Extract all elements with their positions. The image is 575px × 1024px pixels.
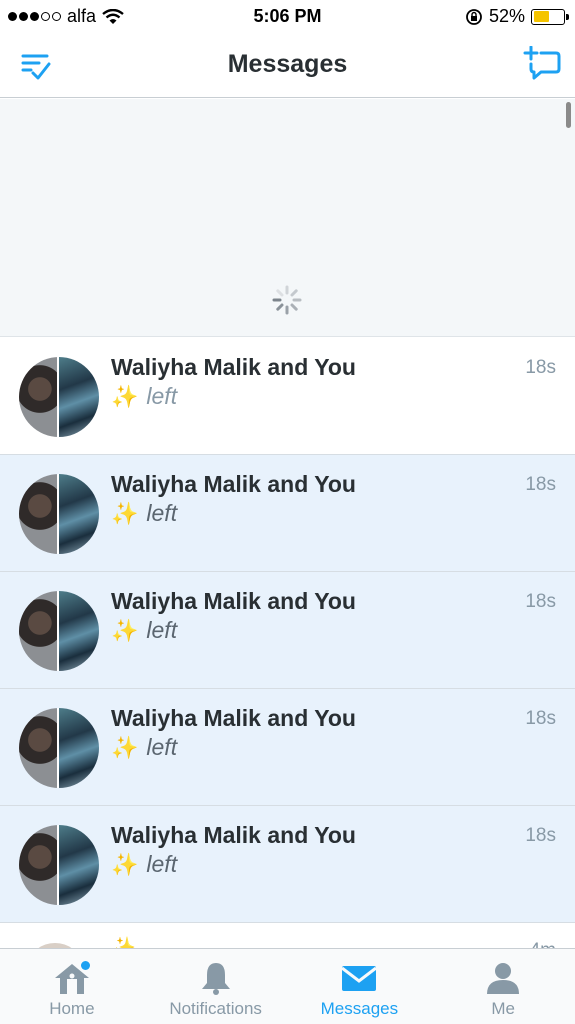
sparkle-emoji: ✨ <box>111 851 139 877</box>
conversation-row[interactable]: Waliyha Malik and You ✨ left 18s <box>0 338 575 455</box>
conversation-time: 18s <box>525 357 556 378</box>
conversation-name: Waliyha Malik and You <box>111 588 356 614</box>
battery-percent: 52% <box>488 6 525 26</box>
tab-bar: Home Notifications Messages Me <box>0 948 575 1024</box>
tab-label: Notifications <box>169 999 262 1018</box>
conversation-name: Waliyha Malik and You <box>111 822 356 848</box>
rotation-lock-icon <box>466 8 482 25</box>
envelope-icon <box>339 961 379 995</box>
message-preview: ✨ left <box>111 383 177 410</box>
preview-text: left <box>146 617 178 643</box>
new-message-button[interactable] <box>523 45 561 80</box>
avatar-photo <box>19 591 57 671</box>
avatar-photo <box>59 825 99 905</box>
bell-icon <box>196 961 236 995</box>
conversation-time: 18s <box>525 825 556 846</box>
message-preview: ✨ left <box>111 617 177 644</box>
battery-icon <box>531 8 569 25</box>
tab-label: Home <box>49 999 95 1018</box>
conversation-name: Waliyha Malik and You <box>111 471 356 497</box>
avatar-photo <box>19 825 57 905</box>
tab-home[interactable]: Home <box>0 949 144 1024</box>
scrollbar[interactable] <box>566 102 571 128</box>
sparkle-emoji: ✨ <box>111 617 139 643</box>
conversation-name: Waliyha Malik and You <box>111 705 356 731</box>
avatar-photo <box>19 357 57 437</box>
status-bar-right: 52% <box>465 6 569 27</box>
group-avatar <box>19 708 99 788</box>
preview-text: left <box>146 500 178 526</box>
person-icon <box>483 961 523 995</box>
group-avatar <box>19 474 99 554</box>
loading-spinner-icon <box>272 285 302 315</box>
conversation-row[interactable]: Waliyha Malik and You ✨ left 18s <box>0 455 575 572</box>
avatar-photo <box>59 474 99 554</box>
conversation-time: 18s <box>525 708 556 729</box>
conversation-row[interactable]: Waliyha Malik and You ✨ left 18s <box>0 806 575 923</box>
avatar-photo <box>59 708 99 788</box>
avatar-photo <box>59 357 99 437</box>
tab-messages[interactable]: Messages <box>288 949 432 1024</box>
group-avatar <box>19 825 99 905</box>
preview-text: left <box>146 734 178 760</box>
message-preview: ✨ left <box>111 851 177 878</box>
message-preview: ✨ left <box>111 500 177 527</box>
tab-notifications[interactable]: Notifications <box>144 949 288 1024</box>
home-icon <box>52 961 92 995</box>
sparkle-emoji: ✨ <box>111 500 139 526</box>
notification-badge <box>80 961 90 970</box>
conversation-list: Waliyha Malik and You ✨ left 18s Waliyha… <box>0 338 575 953</box>
conversation-name: Waliyha Malik and You <box>111 354 356 380</box>
message-preview: ✨ left <box>111 734 177 761</box>
group-avatar <box>19 357 99 437</box>
nav-bar: Messages <box>0 32 575 98</box>
tab-me[interactable]: Me <box>431 949 575 1024</box>
sparkle-emoji: ✨ <box>111 383 139 409</box>
status-bar: alfa 5:06 PM 52% <box>0 0 575 32</box>
conversation-time: 18s <box>525 591 556 612</box>
tab-label: Messages <box>320 999 399 1018</box>
preview-text: left <box>146 383 178 409</box>
conversation-time: 18s <box>525 474 556 495</box>
battery-level-fill <box>533 11 549 22</box>
new-message-icon <box>523 45 561 80</box>
avatar-photo <box>59 591 99 671</box>
group-avatar <box>19 591 99 671</box>
tab-label: Me <box>491 999 515 1018</box>
conversation-row[interactable]: Waliyha Malik and You ✨ left 18s <box>0 689 575 806</box>
sparkle-emoji: ✨ <box>111 734 139 760</box>
conversation-row[interactable]: Waliyha Malik and You ✨ left 18s <box>0 572 575 689</box>
avatar-photo <box>19 474 57 554</box>
avatar-photo <box>19 708 57 788</box>
preview-text: left <box>146 851 178 877</box>
page-title: Messages <box>227 50 348 78</box>
